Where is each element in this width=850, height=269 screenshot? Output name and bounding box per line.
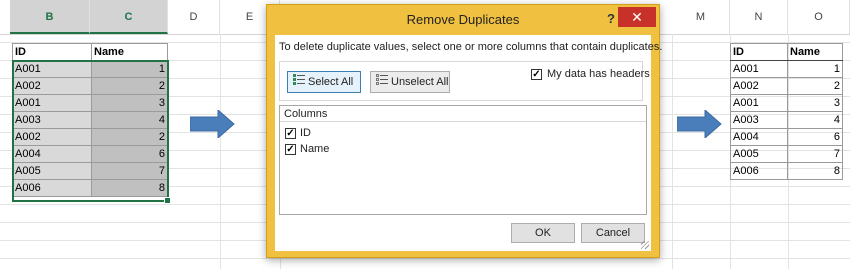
header-cell-id[interactable]: ID xyxy=(12,43,92,61)
table-row: A006 8 xyxy=(730,162,843,180)
remove-duplicates-dialog: Remove Duplicates ? ✕ To delete duplicat… xyxy=(266,4,662,258)
cell-id[interactable]: A006 xyxy=(730,162,788,180)
select-all-label: Select All xyxy=(308,76,354,88)
columns-listbox: Columns ✓ ID ✓ Name xyxy=(279,105,647,215)
right-arrow-icon xyxy=(190,110,236,138)
column-label-id[interactable]: ID xyxy=(300,127,311,139)
right-arrow-icon xyxy=(677,110,723,138)
table-row: A003 4 xyxy=(730,111,843,129)
unselect-all-button[interactable]: Unselect All xyxy=(370,71,450,93)
header-cell-name[interactable]: Name xyxy=(787,43,843,61)
headers-checkbox-label[interactable]: My data has headers xyxy=(547,68,650,80)
cell-name[interactable]: 2 xyxy=(787,77,843,95)
header-cell-name[interactable]: Name xyxy=(91,43,168,61)
dialog-body: To delete duplicate values, select one o… xyxy=(275,35,662,251)
resize-grip[interactable] xyxy=(641,241,649,249)
result-data-table: ID Name A001 1 A002 2 A001 3 A003 4 A004 6 A0… xyxy=(730,43,843,180)
column-header-b[interactable]: B xyxy=(10,0,90,34)
column-header-o[interactable]: O xyxy=(788,0,850,34)
cell-name[interactable]: 7 xyxy=(787,145,843,163)
cell-name[interactable]: 8 xyxy=(787,162,843,180)
column-header-c[interactable]: C xyxy=(90,0,168,34)
column-checkbox-id[interactable]: ✓ xyxy=(285,128,296,139)
unselect-all-icon xyxy=(376,72,388,92)
instruction-text: To delete duplicate values, select one o… xyxy=(279,41,663,53)
cell-id[interactable]: A005 xyxy=(730,145,788,163)
table-row: A001 1 xyxy=(730,60,843,78)
table-row: A004 6 xyxy=(730,128,843,146)
cell-name[interactable]: 1 xyxy=(787,60,843,78)
close-button[interactable]: ✕ xyxy=(618,7,656,27)
table-row: A005 7 xyxy=(730,145,843,163)
column-header-m[interactable]: M xyxy=(672,0,730,34)
cancel-button[interactable]: Cancel xyxy=(581,223,645,243)
column-header-n[interactable]: N xyxy=(730,0,788,34)
cell-id[interactable]: A004 xyxy=(730,128,788,146)
fill-handle[interactable] xyxy=(164,197,171,204)
column-label-name[interactable]: Name xyxy=(300,143,329,155)
headers-checkbox[interactable]: ✓ xyxy=(531,69,542,80)
select-all-icon xyxy=(293,72,305,92)
columns-heading: Columns xyxy=(280,106,646,122)
cell-name[interactable]: 6 xyxy=(787,128,843,146)
cell-name[interactable]: 4 xyxy=(787,111,843,129)
cell-id[interactable]: A003 xyxy=(730,111,788,129)
header-cell-id[interactable]: ID xyxy=(730,43,788,61)
unselect-all-label: Unselect All xyxy=(391,76,449,88)
cell-name[interactable]: 3 xyxy=(787,94,843,112)
selection-controls-group: Select All Unselect All ✓ My data has he… xyxy=(279,61,650,101)
ok-button[interactable]: OK xyxy=(511,223,575,243)
table-row: A001 3 xyxy=(730,94,843,112)
cell-id[interactable]: A001 xyxy=(730,94,788,112)
cell-id[interactable]: A002 xyxy=(730,77,788,95)
select-all-button[interactable]: Select All xyxy=(287,71,361,93)
selection-range xyxy=(12,60,169,202)
table-row: A002 2 xyxy=(730,77,843,95)
column-checkbox-name[interactable]: ✓ xyxy=(285,144,296,155)
cell-id[interactable]: A001 xyxy=(730,60,788,78)
column-header-d[interactable]: D xyxy=(168,0,220,34)
